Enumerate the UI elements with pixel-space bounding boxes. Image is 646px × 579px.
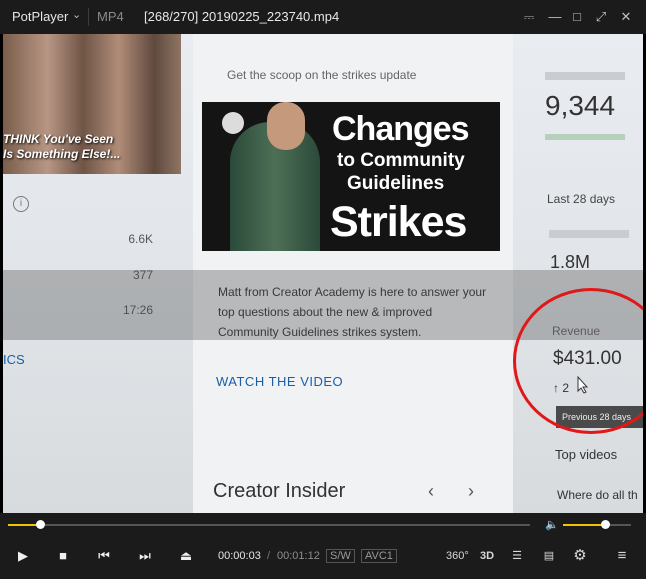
previous-icon[interactable]: ⏮ xyxy=(93,547,115,565)
thumbnail-caption: THINK You've Seen Is Something Else!... xyxy=(3,132,121,161)
stat-value: 6.6K xyxy=(128,232,153,246)
section-title: Creator Insider xyxy=(213,480,346,502)
volume-handle[interactable] xyxy=(601,520,610,529)
app-menu-button[interactable]: PotPlayer xyxy=(12,9,68,24)
subscriber-count: 9,344 xyxy=(545,90,616,121)
close-icon[interactable]: ✕ xyxy=(615,6,637,28)
info-icon: i xyxy=(13,196,29,212)
menu-icon[interactable]: ≡ xyxy=(613,547,631,565)
thumbnail-title: to Community xyxy=(337,150,465,171)
watch-video-link: WATCH THE VIDEO xyxy=(216,374,344,389)
cursor-icon xyxy=(577,376,589,394)
seek-bar[interactable] xyxy=(8,524,530,526)
thumbnail-title: Changes xyxy=(332,110,470,148)
file-title: [268/270] 20190225_223740.mp4 xyxy=(144,9,340,24)
zoom-list-icon[interactable]: ☰ xyxy=(508,547,526,565)
volume-icon[interactable]: 🔈 xyxy=(545,518,559,531)
player-controls: 🔈 ▶ ■ ⏮ ⏭ ⏏ 00:00:03 / 00:01:12 S/W AVC1… xyxy=(0,513,646,579)
sw-decoder-tag[interactable]: S/W xyxy=(326,549,355,563)
codec-tag[interactable]: AVC1 xyxy=(361,549,397,563)
chevron-down-icon[interactable]: ⌄ xyxy=(72,8,81,21)
current-time: 00:00:03 xyxy=(218,550,261,562)
total-time: 00:01:12 xyxy=(277,550,320,562)
thumbnail-title: Strikes xyxy=(330,198,467,246)
next-icon[interactable]: ⏭ xyxy=(134,547,156,565)
video-thumbnail-strip: THINK You've Seen Is Something Else!... xyxy=(3,34,181,174)
subtitle-icon[interactable]: ▤ xyxy=(540,547,558,565)
lamp-graphic xyxy=(222,112,244,134)
blurred-delta xyxy=(545,134,625,140)
blurred-label xyxy=(549,230,629,238)
360-button[interactable]: 360° xyxy=(446,547,469,565)
title-bar: PotPlayer ⌄ MP4 [268/270] 20190225_22374… xyxy=(0,0,646,34)
video-frame[interactable]: THINK You've Seen Is Something Else!... … xyxy=(3,34,643,513)
time-separator: / xyxy=(267,550,271,562)
presenter-head xyxy=(267,102,305,150)
eject-icon[interactable]: ⏏ xyxy=(175,547,197,565)
volume-slider[interactable] xyxy=(563,524,631,526)
top-videos-label: Top videos xyxy=(555,447,618,462)
card-subtitle: Get the scoop on the strikes update xyxy=(227,68,417,82)
3d-button[interactable]: 3D xyxy=(480,547,494,565)
format-label: MP4 xyxy=(97,9,124,24)
chevron-left-icon: ‹ xyxy=(428,481,434,501)
seek-handle[interactable] xyxy=(36,520,45,529)
video-thumbnail: Changes to Community Guidelines Strikes xyxy=(202,102,500,251)
pin-icon[interactable]: ⎓ xyxy=(518,6,540,28)
fullscreen-icon[interactable]: ⤢ xyxy=(590,6,612,28)
stop-icon[interactable]: ■ xyxy=(52,547,74,565)
minimize-icon[interactable]: — xyxy=(544,6,566,28)
analytics-link: ICS xyxy=(3,352,25,367)
section-heading: Where do all th xyxy=(557,488,638,502)
divider xyxy=(88,8,89,26)
period-label: Last 28 days xyxy=(547,192,616,206)
gear-icon[interactable]: ⚙ xyxy=(571,547,589,565)
volume-level xyxy=(563,524,606,526)
chevron-right-icon: › xyxy=(468,481,474,501)
blurred-label xyxy=(545,72,625,80)
maximize-icon[interactable]: □ xyxy=(566,6,588,28)
thumbnail-title: Guidelines xyxy=(347,173,445,194)
seek-progress xyxy=(8,524,40,526)
play-icon[interactable]: ▶ xyxy=(12,547,34,565)
